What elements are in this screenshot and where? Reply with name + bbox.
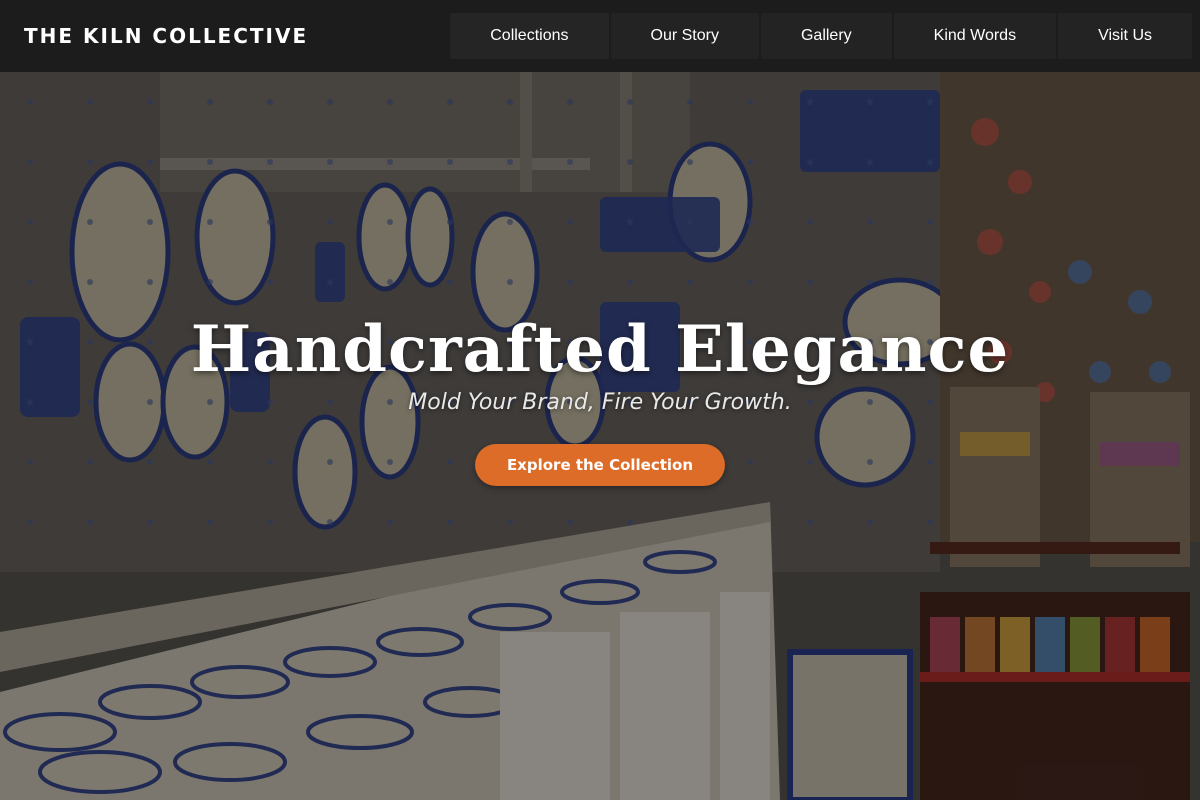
site-brand[interactable]: THE KILN COLLECTIVE xyxy=(24,22,308,50)
nav-link-collections[interactable]: Collections xyxy=(450,13,609,59)
top-navbar: THE KILN COLLECTIVE Collections Our Stor… xyxy=(0,0,1200,72)
nav-link-our-story[interactable]: Our Story xyxy=(610,13,759,59)
hero-content: Handcrafted Elegance Mold Your Brand, Fi… xyxy=(0,308,1200,486)
nav-link-gallery[interactable]: Gallery xyxy=(760,13,892,59)
nav-link-visit-us[interactable]: Visit Us xyxy=(1058,13,1192,59)
nav-link-kind-words[interactable]: Kind Words xyxy=(893,13,1057,59)
hero-section: Handcrafted Elegance Mold Your Brand, Fi… xyxy=(0,72,1200,800)
hero-title: Handcrafted Elegance xyxy=(190,312,1010,387)
hero-subtitle: Mold Your Brand, Fire Your Growth. xyxy=(408,390,792,415)
main-nav: Collections Our Story Gallery Kind Words… xyxy=(448,0,1200,72)
explore-collection-button[interactable]: Explore the Collection xyxy=(474,444,726,486)
